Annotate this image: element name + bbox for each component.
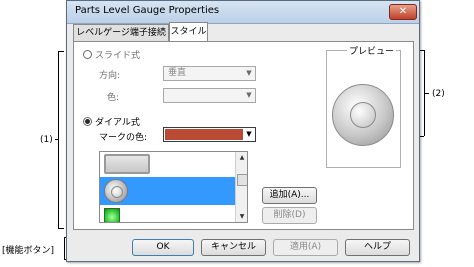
color-select[interactable]: ▼ xyxy=(163,88,256,103)
dial-radio[interactable] xyxy=(83,117,92,126)
dial-gauge-icon xyxy=(104,179,128,203)
cancel-button[interactable]: キャンセル xyxy=(201,239,266,256)
dial-label[interactable]: ダイアル式 xyxy=(95,115,140,128)
lamp-gauge-thumbnail xyxy=(104,208,120,222)
mark-color-label: マークの色: xyxy=(99,133,148,143)
scroll-down-icon[interactable]: ▼ xyxy=(237,212,247,221)
annotation-2-tick xyxy=(424,93,429,94)
delete-button[interactable]: 削除(D) xyxy=(262,207,317,224)
preview-label: プレビュー xyxy=(347,44,397,57)
list-item-dial-style[interactable] xyxy=(100,177,236,205)
direction-value: 垂直 xyxy=(168,68,187,78)
annotation-func-bracket-v xyxy=(64,237,65,260)
slide-radio[interactable] xyxy=(83,50,92,59)
dial-radio-dot xyxy=(85,119,90,124)
slide-label[interactable]: スライド式 xyxy=(95,48,140,61)
annotation-func-buttons: [機能ボタン] xyxy=(2,246,55,256)
list-item-slide-style[interactable] xyxy=(100,152,236,176)
properties-dialog: Parts Level Gauge Properties ✕ レベルゲージ端子接… xyxy=(66,0,420,262)
annotation-1: (1) xyxy=(40,135,53,145)
add-button[interactable]: 追加(A)... xyxy=(262,187,317,204)
help-button[interactable]: ヘルプ xyxy=(345,239,410,256)
dropdown-arrow-icon: ▼ xyxy=(246,91,252,99)
scroll-up-icon[interactable]: ▲ xyxy=(237,153,247,162)
dropdown-arrow-icon: ▼ xyxy=(246,69,252,77)
preview-box: プレビュー xyxy=(326,44,401,168)
apply-button[interactable]: 適用(A) xyxy=(273,239,338,256)
tab-level-gauge-terminal[interactable]: レベルゲージ端子接続 xyxy=(73,24,169,41)
ok-button[interactable]: OK xyxy=(132,239,194,256)
tab-style[interactable]: スタイル xyxy=(169,22,208,41)
annotation-2: (2) xyxy=(432,89,445,99)
title-bar[interactable]: Parts Level Gauge Properties ✕ xyxy=(67,1,419,24)
direction-select[interactable]: 垂直 ▼ xyxy=(163,66,256,81)
annotation-1-tick xyxy=(55,139,59,140)
dropdown-arrow-icon: ▼ xyxy=(243,128,255,141)
scroll-thumb[interactable] xyxy=(237,174,247,186)
list-scrollbar[interactable]: ▲ ▼ xyxy=(235,152,247,222)
mark-color-swatch xyxy=(165,129,243,140)
list-item-lamp-style[interactable] xyxy=(100,206,236,222)
direction-label: 方向: xyxy=(99,71,121,81)
color-label: 色: xyxy=(107,93,120,103)
annotation-1-bracket-h2 xyxy=(58,228,64,229)
style-list[interactable]: ▲ ▼ xyxy=(99,151,248,223)
slide-style-thumbnail xyxy=(104,154,150,174)
style-panel: スライド式 方向: 垂直 ▼ 色: ▼ ダイアル式 マークの色: ▼ ▲ ▼ 追… xyxy=(73,41,414,230)
mark-color-select[interactable]: ▼ xyxy=(163,127,256,142)
close-icon[interactable]: ✕ xyxy=(389,4,417,20)
dialog-title: Parts Level Gauge Properties xyxy=(75,5,220,16)
dial-gauge-preview-icon xyxy=(332,84,394,146)
